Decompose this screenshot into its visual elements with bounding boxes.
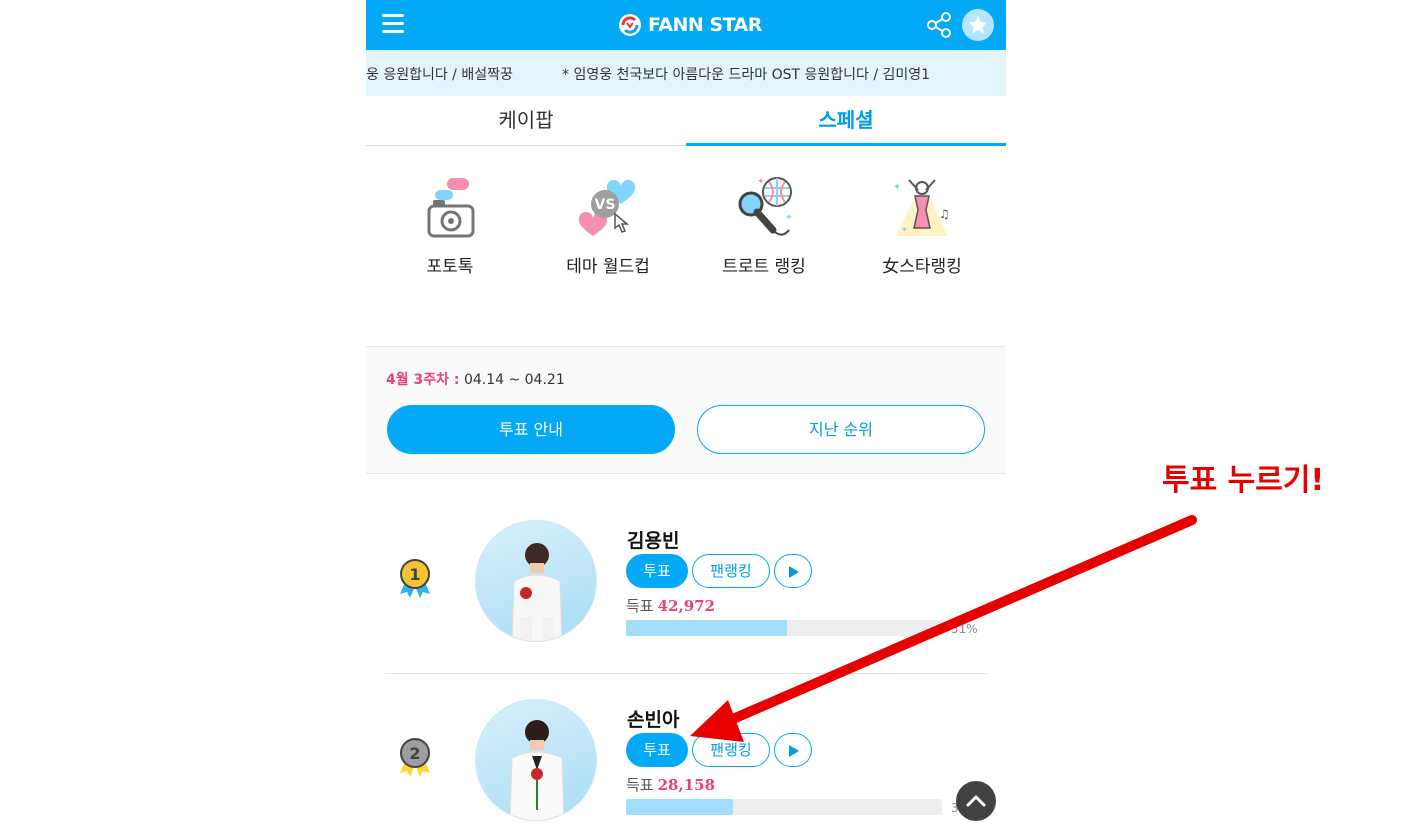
vote-count: 득표 42,972 [626,595,715,616]
week-period: 4월 3주차 : 04.14 ~ 04.21 [386,369,565,389]
chevron-up-icon [966,795,986,807]
avatar[interactable] [475,520,597,642]
microphone-disco-icon: ✦ ✦ [738,177,793,236]
menu-label: 포토톡 [426,257,474,277]
vote-count-value: 42,972 [657,597,716,615]
menu-item-female-star-ranking[interactable]: ✦ ✦ ♫ 女스타랭킹 [842,174,1002,277]
logo-text: FANN STAR [648,14,762,36]
svg-text:✦: ✦ [901,225,908,234]
weekly-vote-panel: 4월 3주차 : 04.14 ~ 04.21 투표 안내 지난 순위 [366,346,1006,474]
vote-count-label: 득표 [626,597,654,615]
svg-text:♫: ♫ [939,207,950,221]
category-tabs: 케이팝 스페셜 [366,96,1006,146]
annotation-text: 투표 누르기! [1162,463,1325,498]
svg-text:1: 1 [409,565,420,584]
vote-percent: 51% [951,622,978,636]
logo-mark-icon [619,14,641,36]
menu-item-trot-ranking[interactable]: ✦ ✦ 트로트 랭킹 [684,174,844,277]
svg-text:VS: VS [595,197,616,213]
fan-ranking-button[interactable]: 팬랭킹 [692,554,770,588]
play-button[interactable] [774,554,812,588]
menu-item-phototalk[interactable]: 포토톡 [370,174,530,277]
avatar[interactable] [475,699,597,821]
vote-progress-bar [626,620,942,636]
svg-text:✦: ✦ [893,182,901,193]
vote-button[interactable]: 투표 [626,733,688,767]
menu-label: 女스타랭킹 [882,257,962,277]
vote-progress-fill [626,620,788,636]
vs-hearts-icon: VS [578,179,636,236]
top-bar: FANN STAR [366,0,1006,50]
share-icon[interactable] [926,11,954,39]
svg-text:2: 2 [409,744,420,763]
vote-guide-button[interactable]: 투표 안내 [387,405,675,454]
female-star-icon: ✦ ✦ ♫ [893,179,950,236]
star-icon[interactable] [962,9,994,41]
vote-button[interactable]: 투표 [626,554,688,588]
past-ranking-button[interactable]: 지난 순위 [697,405,985,454]
svg-text:✦: ✦ [757,177,765,187]
week-range: 04.14 ~ 04.21 [463,372,565,388]
vote-progress-fill [626,799,734,815]
play-button[interactable] [774,733,812,767]
ranking-row: 2 손빈아 투표 팬랭킹 득표28,158 34% [366,675,1006,839]
camera-chat-icon [427,178,475,238]
menu-item-theme-worldcup[interactable]: VS 테마 월드컵 [528,174,688,277]
candidate-name: 김용빈 [627,530,680,552]
tab-special[interactable]: 스페셜 [686,96,1006,146]
fan-ranking-button[interactable]: 팬랭킹 [692,733,770,767]
notice-ticker[interactable]: 웅 응원합니다 / 배설짝꿍 * 임영웅 천국보다 아름다운 드라마 OST 응… [366,50,1006,96]
candidate-name: 손빈아 [627,709,680,731]
rank-2-medal-icon: 2 [400,738,430,777]
menu-label: 트로트 랭킹 [722,257,806,277]
row-divider [385,673,987,674]
ticker-text-right: * 임영웅 천국보다 아름다운 드라마 OST 응원합니다 / 김미영1 [562,67,931,83]
logo[interactable]: FANN STAR [618,12,762,38]
vote-count-label: 득표 [626,776,654,794]
scroll-to-top-button[interactable] [956,781,996,821]
ticker-text-left: 웅 응원합니다 / 배설짝꿍 [366,67,513,83]
vote-count: 득표 28,158 [626,774,715,795]
hamburger-menu-icon[interactable] [382,14,404,34]
menu-label: 테마 월드컵 [566,257,650,277]
rank-1-medal-icon: 1 [400,559,430,598]
app-container: FANN STAR 웅 응원합니다 / 배설짝꿍 * 임영웅 천국보다 아름다운… [366,0,1006,839]
ranking-row: 1 김용빈 투표 팬랭킹 득표 42,972 51% [366,496,1006,674]
tab-kpop[interactable]: 케이팝 [366,96,686,146]
svg-text:✦: ✦ [785,213,793,223]
vote-progress-bar [626,799,942,815]
week-label: 4월 3주차 : [386,372,460,388]
vote-count-value: 28,158 [657,776,716,794]
special-menu-grid: 포토톡 VS 테마 월드컵 ✦ ✦ 트로트 랭킹 ✦ ✦ ♫ 女스타랭킹 [366,146,1006,346]
